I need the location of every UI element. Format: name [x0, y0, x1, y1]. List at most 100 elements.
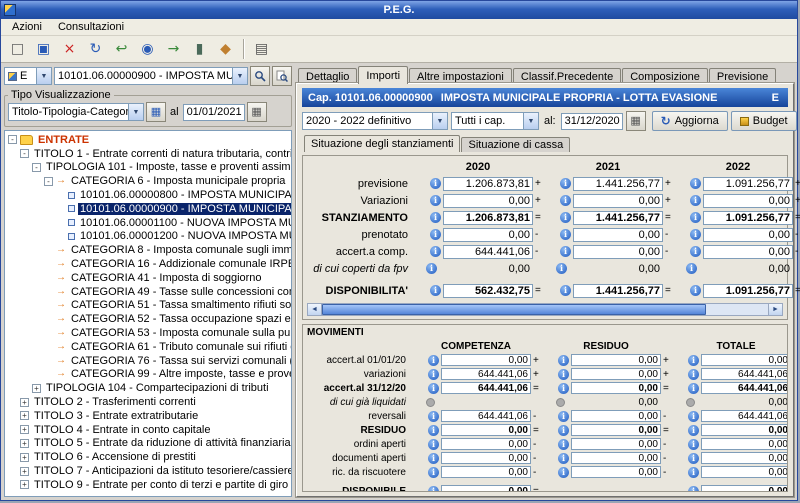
tree-node[interactable]: +TIPOLOGIA 104 - Compartecipazioni di tr…	[8, 381, 291, 395]
info-icon[interactable]: i	[426, 263, 437, 274]
expander-icon[interactable]: -	[20, 149, 29, 158]
export-button[interactable]: →	[161, 38, 186, 60]
subtab-situazione-di-cassa[interactable]: Situazione di cassa	[461, 137, 570, 152]
value-box[interactable]: 0,00	[441, 452, 531, 464]
value-box[interactable]: 1.206.873,81	[443, 211, 533, 225]
info-icon[interactable]: i	[428, 355, 439, 366]
tree-node[interactable]: +TITOLO 6 - Accensione di prestiti	[8, 450, 291, 464]
gray-dot-icon[interactable]	[426, 398, 435, 407]
tree-node[interactable]: -ENTRATE	[8, 133, 291, 147]
tree-node[interactable]: +TITOLO 4 - Entrate in conto capitale	[8, 423, 291, 437]
tree-node[interactable]: →CATEGORIA 16 - Addizionale comunale IRP…	[8, 257, 291, 271]
info-icon[interactable]: i	[556, 263, 567, 274]
value-box[interactable]: 1.441.256,77	[573, 211, 663, 225]
value-box[interactable]: 0,00	[573, 245, 663, 259]
info-icon[interactable]: i	[430, 246, 441, 257]
delete-button[interactable]: ×	[57, 38, 82, 60]
tree-node[interactable]: -TIPOLOGIA 101 - Imposte, tasse e proven…	[8, 161, 291, 175]
info-icon[interactable]: i	[558, 355, 569, 366]
expander-icon[interactable]: +	[20, 480, 29, 489]
bilancio-combo[interactable]: 2020 - 2022 definitivo ▼	[302, 112, 448, 130]
value-box[interactable]: 0,00	[571, 368, 661, 380]
calendar-button[interactable]: ▦	[247, 102, 267, 122]
value-box[interactable]: 0,00	[701, 424, 788, 436]
tab-composizione[interactable]: Composizione	[622, 68, 708, 84]
value-box[interactable]: 1.091.256,77	[703, 284, 793, 298]
clean-button[interactable]: ◆	[213, 38, 238, 60]
tree-node[interactable]: →CATEGORIA 49 - Tasse sulle concessioni …	[8, 285, 291, 299]
horizontal-scrollbar[interactable]: ◄ ►	[307, 303, 783, 316]
value-box[interactable]: 1.441.256,77	[573, 177, 663, 191]
info-icon[interactable]: i	[688, 369, 699, 380]
info-icon[interactable]: i	[560, 212, 571, 223]
tree-node[interactable]: →CATEGORIA 8 - Imposta comunale sugli im…	[8, 243, 291, 257]
tree-node[interactable]: -→CATEGORIA 6 - Imposta municipale propr…	[8, 174, 291, 188]
reload-tree-button[interactable]: ▦	[146, 102, 166, 122]
value-box[interactable]: 0,00	[571, 452, 661, 464]
info-icon[interactable]: i	[428, 369, 439, 380]
value-box[interactable]: 1.441.256,77	[573, 284, 663, 298]
tree-node[interactable]: +TITOLO 2 - Trasferimenti correnti	[8, 395, 291, 409]
info-icon[interactable]: i	[688, 439, 699, 450]
value-box[interactable]: 0,00	[571, 438, 661, 450]
aggiorna-button[interactable]: ↻ Aggiorna	[652, 111, 728, 131]
expander-icon[interactable]: +	[20, 425, 29, 434]
tab-classif-precedente[interactable]: Classif.Precedente	[513, 68, 621, 84]
value-box[interactable]: 0,00	[441, 485, 531, 492]
trash-button[interactable]: ▮	[187, 38, 212, 60]
situation-date-input[interactable]: 31/12/2020	[561, 113, 623, 130]
value-box[interactable]: 644.441,06	[443, 245, 533, 259]
info-icon[interactable]: i	[688, 467, 699, 478]
tree-node[interactable]: +TITOLO 7 - Anticipazioni da istituto te…	[8, 464, 291, 478]
info-icon[interactable]: i	[560, 229, 571, 240]
tree-node[interactable]: →CATEGORIA 51 - Tassa smaltimento rifiut…	[8, 299, 291, 313]
info-icon[interactable]: i	[430, 285, 441, 296]
tree-node[interactable]: →CATEGORIA 61 - Tributo comunale sui rif…	[8, 340, 291, 354]
value-box[interactable]: 0,00	[701, 485, 788, 492]
scroll-right-button[interactable]: ►	[768, 304, 782, 315]
value-box[interactable]: 0,00	[701, 354, 788, 366]
value-box[interactable]: 1.091.256,77	[703, 177, 793, 191]
value-box[interactable]: 644.441,06	[701, 368, 788, 380]
value-box[interactable]: 0,00	[571, 410, 661, 422]
scope-combo[interactable]: E ▼	[4, 67, 52, 85]
save-button[interactable]: ▣	[31, 38, 56, 60]
expander-icon[interactable]: +	[20, 453, 29, 462]
value-box[interactable]: 0,00	[441, 438, 531, 450]
tab-previsione[interactable]: Previsione	[709, 68, 776, 84]
value-box[interactable]: 0,00	[573, 228, 663, 242]
value-box[interactable]: 0,00	[571, 382, 661, 394]
expander-icon[interactable]: -	[32, 163, 41, 172]
menu-item-consultazioni[interactable]: Consultazioni	[51, 20, 131, 34]
chevron-down-icon[interactable]: ▼	[432, 113, 447, 129]
expander-icon[interactable]: -	[44, 177, 53, 186]
info-icon[interactable]: i	[428, 411, 439, 422]
info-icon[interactable]: i	[560, 285, 571, 296]
info-icon[interactable]: i	[430, 178, 441, 189]
gray-dot-icon[interactable]	[686, 398, 695, 407]
expander-icon[interactable]: +	[20, 439, 29, 448]
cap-filter-combo[interactable]: Tutti i cap. ▼	[451, 112, 539, 130]
info-icon[interactable]: i	[558, 425, 569, 436]
value-box[interactable]: 0,00	[701, 466, 788, 478]
value-box[interactable]: 644.441,06	[441, 410, 531, 422]
scrollbar-thumb[interactable]	[322, 304, 706, 315]
info-icon[interactable]: i	[560, 195, 571, 206]
info-icon[interactable]: i	[558, 439, 569, 450]
value-box[interactable]: 644.441,06	[441, 368, 531, 380]
tipo-combo[interactable]: Titolo-Tipologia-Categoria ▼	[8, 103, 144, 121]
tree-node[interactable]: 10101.06.00001100 - NUOVA IMPOSTA MUNICI…	[8, 216, 291, 230]
value-box[interactable]: 0,00	[703, 194, 793, 208]
calendar-button[interactable]: ▦	[626, 111, 646, 131]
budget-button[interactable]: Budget	[731, 111, 797, 131]
title-bar[interactable]: P.E.G.	[1, 1, 797, 19]
menu-item-azioni[interactable]: Azioni	[5, 20, 49, 34]
tree-node[interactable]: +TITOLO 3 - Entrate extratributarie	[8, 409, 291, 423]
chevron-down-icon[interactable]: ▼	[128, 104, 143, 120]
info-icon[interactable]: i	[428, 467, 439, 478]
print-button[interactable]: ▤	[249, 38, 274, 60]
info-icon[interactable]: i	[688, 355, 699, 366]
tree-node[interactable]: -TITOLO 1 - Entrate correnti di natura t…	[8, 147, 291, 161]
tree-node[interactable]: →CATEGORIA 53 - Imposta comunale sulla p…	[8, 326, 291, 340]
expander-icon[interactable]: -	[8, 135, 17, 144]
